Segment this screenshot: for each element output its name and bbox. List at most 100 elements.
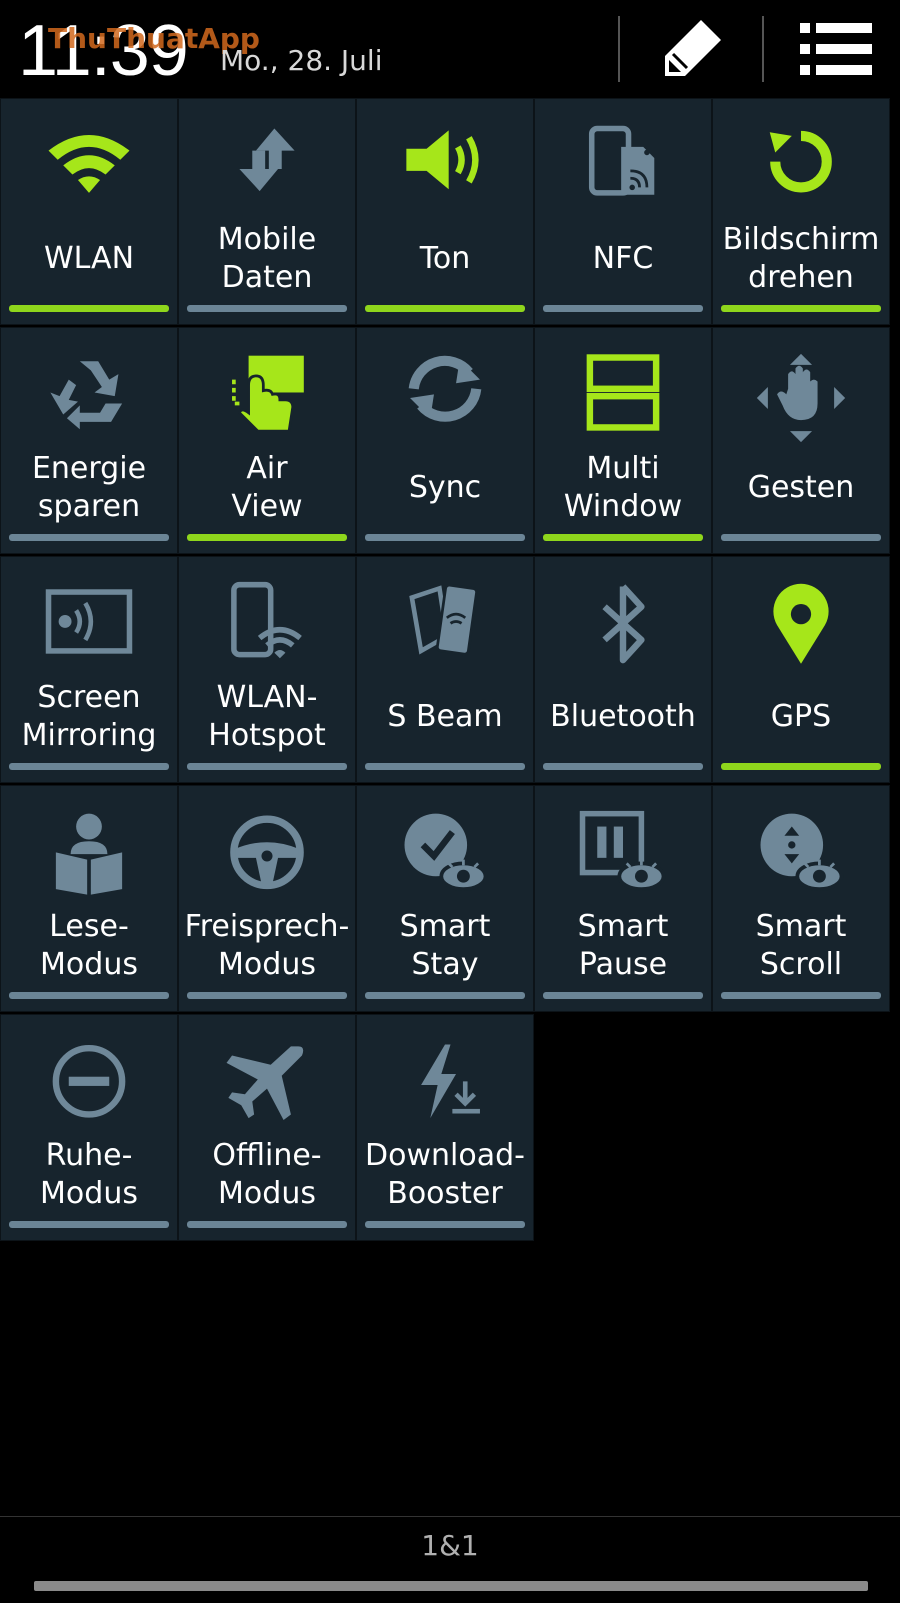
edit-button[interactable] — [632, 10, 752, 88]
quick-setting-tile[interactable]: S Beam — [356, 556, 534, 783]
quick-setting-tile[interactable]: Energie sparen — [0, 327, 178, 554]
tile-label: Air View — [231, 451, 303, 524]
quick-setting-tile[interactable]: WLAN- Hotspot — [178, 556, 356, 783]
tile-label: Smart Stay — [399, 909, 491, 982]
tile-label: Ruhe- Modus — [40, 1138, 138, 1211]
quick-setting-tile[interactable]: Smart Scroll — [712, 785, 890, 1012]
screen-mirroring-icon — [1, 577, 177, 677]
tile-status-bar — [9, 1221, 169, 1228]
tile-label: NFC — [592, 241, 654, 276]
smart-pause-icon — [535, 806, 711, 906]
tile-label: Screen Mirroring — [21, 680, 157, 753]
tile-status-bar — [187, 1221, 347, 1228]
settings-list-button[interactable] — [776, 10, 896, 88]
tile-status-bar — [187, 534, 347, 541]
drag-handle[interactable] — [34, 1581, 868, 1591]
tile-status-bar — [9, 992, 169, 999]
quick-setting-tile[interactable]: Screen Mirroring — [0, 556, 178, 783]
date: Mo., 28. Juli — [220, 44, 383, 77]
quick-setting-tile[interactable]: Offline- Modus — [178, 1014, 356, 1241]
tile-status-bar — [365, 534, 525, 541]
gesture-icon — [713, 348, 889, 448]
quick-setting-tile[interactable]: Multi Window — [534, 327, 712, 554]
tile-status-bar — [543, 763, 703, 770]
tile-label: Multi Window — [563, 451, 683, 524]
tile-label: Mobile Daten — [217, 222, 317, 295]
tile-status-bar — [187, 763, 347, 770]
status-bar: 11:39 ThuThuatApp Mo., 28. Juli — [0, 0, 900, 96]
tile-status-bar — [365, 763, 525, 770]
quick-setting-tile[interactable]: Smart Stay — [356, 785, 534, 1012]
quick-setting-tile[interactable]: Ruhe- Modus — [0, 1014, 178, 1241]
quick-setting-tile[interactable]: Sync — [356, 327, 534, 554]
hotspot-icon — [179, 577, 355, 677]
quick-setting-tile[interactable]: Air View — [178, 327, 356, 554]
tile-status-bar — [543, 992, 703, 999]
s-beam-icon — [357, 577, 533, 677]
tile-status-bar — [543, 305, 703, 312]
tile-label: Sync — [408, 470, 482, 505]
quick-setting-tile[interactable]: Ton — [356, 98, 534, 325]
tile-label: Gesten — [747, 470, 855, 505]
quick-setting-tile[interactable]: Smart Pause — [534, 785, 712, 1012]
tile-status-bar — [721, 534, 881, 541]
tile-label: Energie sparen — [31, 451, 147, 524]
tile-status-bar — [9, 305, 169, 312]
do-not-disturb-icon — [1, 1035, 177, 1135]
tile-label: S Beam — [387, 699, 503, 734]
tile-status-bar — [187, 992, 347, 999]
rotate-icon — [713, 119, 889, 219]
quick-setting-tile[interactable]: Mobile Daten — [178, 98, 356, 325]
tile-label: Freisprech- Modus — [184, 909, 350, 982]
tile-label: Smart Pause — [577, 909, 669, 982]
tile-status-bar — [187, 305, 347, 312]
tile-label: WLAN — [43, 241, 135, 276]
tile-label: Smart Scroll — [755, 909, 847, 982]
quick-setting-tile[interactable]: Freisprech- Modus — [178, 785, 356, 1012]
air-view-icon — [179, 348, 355, 448]
sync-icon — [357, 348, 533, 448]
quick-setting-tile[interactable]: Download- Booster — [356, 1014, 534, 1241]
quick-setting-tile[interactable]: Lese- Modus — [0, 785, 178, 1012]
carrier-bar: 1&1 — [0, 1516, 900, 1603]
nfc-icon — [535, 119, 711, 219]
tile-status-bar — [721, 992, 881, 999]
tile-status-bar — [365, 1221, 525, 1228]
quick-setting-tile[interactable]: Bluetooth — [534, 556, 712, 783]
mobile-data-icon — [179, 119, 355, 219]
quick-setting-tile[interactable]: NFC — [534, 98, 712, 325]
tile-label: GPS — [770, 699, 832, 734]
quick-setting-tile[interactable]: Gesten — [712, 327, 890, 554]
quick-setting-tile[interactable]: GPS — [712, 556, 890, 783]
smart-scroll-icon — [713, 806, 889, 906]
tile-label: Ton — [419, 241, 471, 276]
tile-label: Offline- Modus — [212, 1138, 322, 1211]
tile-label: WLAN- Hotspot — [208, 680, 326, 753]
steering-wheel-icon — [179, 806, 355, 906]
download-booster-icon — [357, 1035, 533, 1135]
reading-icon — [1, 806, 177, 906]
tile-label: Lese- Modus — [40, 909, 138, 982]
recycle-icon — [1, 348, 177, 448]
gps-pin-icon — [713, 577, 889, 677]
tile-label: Bluetooth — [550, 699, 696, 734]
tile-status-bar — [721, 305, 881, 312]
quick-setting-tile[interactable]: WLAN — [0, 98, 178, 325]
carrier-name: 1&1 — [421, 1529, 479, 1562]
divider — [762, 16, 764, 82]
tile-status-bar — [365, 992, 525, 999]
wifi-icon — [1, 119, 177, 219]
bluetooth-icon — [535, 577, 711, 677]
tile-status-bar — [721, 763, 881, 770]
pencil-icon — [665, 20, 721, 76]
list-icon — [800, 23, 872, 75]
tile-status-bar — [9, 763, 169, 770]
quick-setting-tile[interactable]: Bildschirm drehen — [712, 98, 890, 325]
tile-label: Download- Booster — [365, 1138, 525, 1211]
tile-status-bar — [9, 534, 169, 541]
sound-icon — [357, 119, 533, 219]
tile-label: Bildschirm drehen — [722, 222, 880, 295]
tile-status-bar — [365, 305, 525, 312]
airplane-icon — [179, 1035, 355, 1135]
smart-stay-icon — [357, 806, 533, 906]
